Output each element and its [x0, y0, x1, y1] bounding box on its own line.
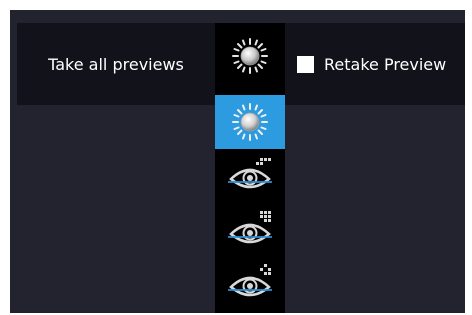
mode-option-eye-grid-3[interactable]	[215, 255, 285, 308]
take-all-previews-button[interactable]: Take all previews	[17, 23, 215, 105]
checkbox-box[interactable]	[297, 55, 314, 73]
brightness-sun-icon	[232, 38, 268, 74]
app-window: Take all previews Retake Preview	[10, 10, 465, 313]
preview-toolbar: Take all previews Retake Preview	[17, 23, 465, 105]
preview-mode-dropdown[interactable]	[215, 23, 285, 105]
retake-preview-label: Retake Preview	[324, 54, 447, 74]
eye-grid-sparse-icon	[228, 264, 272, 297]
retake-preview-checkbox[interactable]: Retake Preview	[297, 23, 446, 105]
mode-option-brightness[interactable]	[215, 95, 285, 149]
preview-mode-list	[215, 95, 285, 313]
mode-option-eye-grid-1[interactable]	[215, 149, 285, 202]
brightness-sun-icon	[232, 103, 268, 141]
eye-grid-6-dots-icon	[228, 211, 272, 244]
eye-grid-3-dots-icon	[228, 158, 272, 189]
take-all-previews-label: Take all previews	[48, 54, 184, 74]
mode-option-eye-grid-2[interactable]	[215, 202, 285, 255]
